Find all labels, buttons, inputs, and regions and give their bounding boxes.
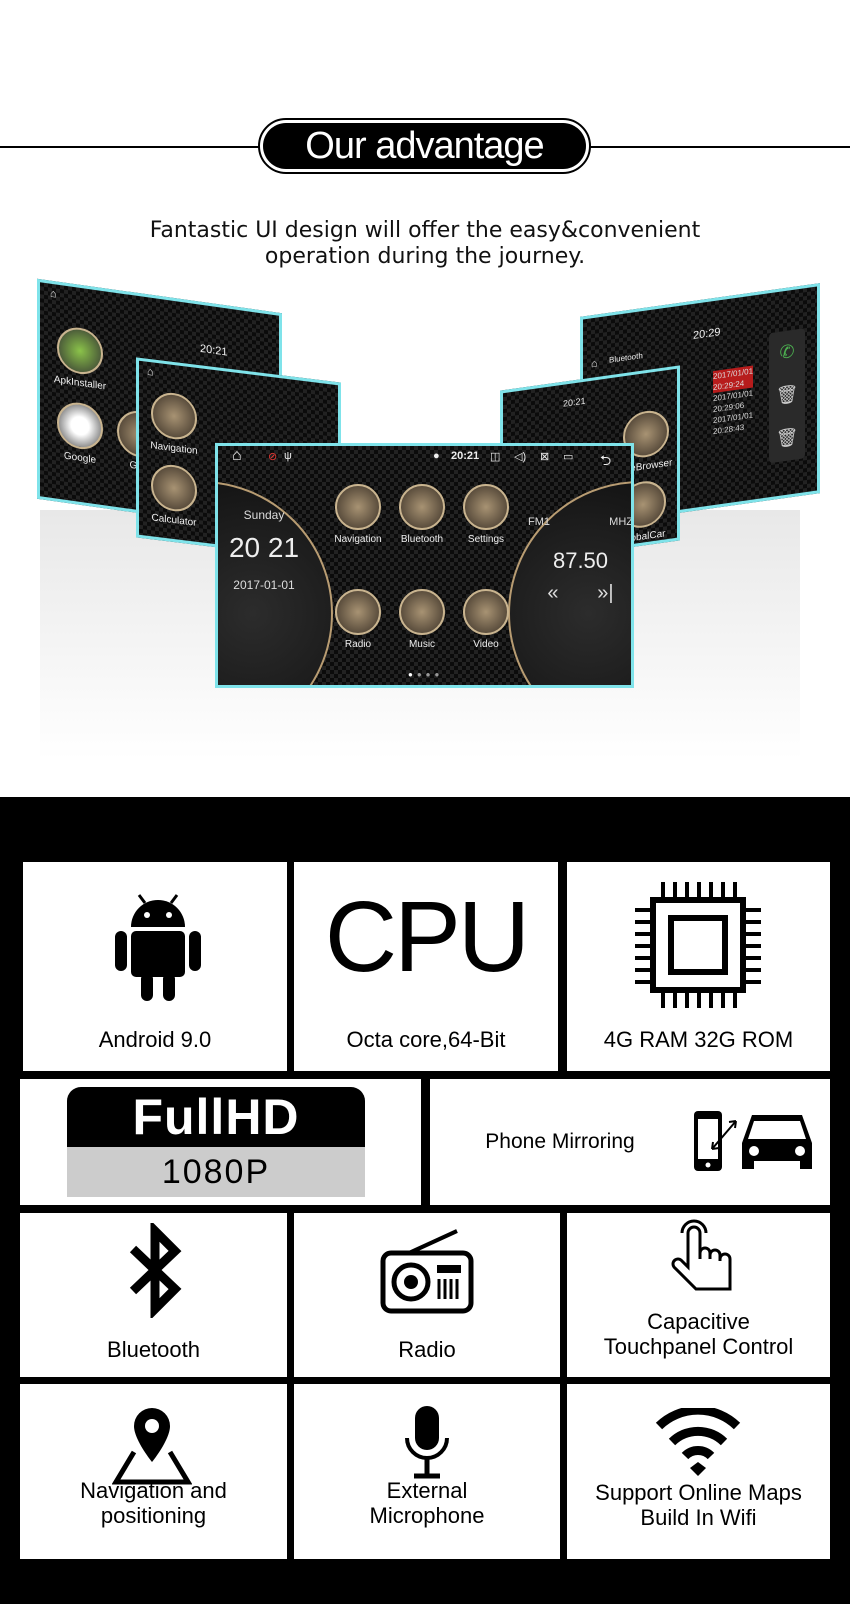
usb-icon: ψ [284, 450, 292, 462]
feature-microphone: External Microphone [294, 1384, 560, 1559]
feature-wifi: Support Online Maps Build In Wifi [567, 1384, 830, 1559]
feature-radio: Radio [294, 1213, 560, 1377]
feature-label: Capacitive Touchpanel Control [603, 1309, 794, 1359]
hand-touch-icon [671, 1219, 732, 1291]
feature-label: Phone Mirroring [485, 1130, 635, 1153]
volume-icon[interactable]: ◁) [514, 450, 526, 463]
feature-label: Navigation and positioning [80, 1478, 227, 1528]
no-signal-icon: ⊘ [268, 451, 278, 463]
call-log[interactable]: 2017/01/01 20:29:24 2017/01/01 20:29:06 20… [713, 365, 754, 438]
feature-label: Support Online Maps Build In Wifi [595, 1480, 802, 1530]
chip-icon [635, 882, 761, 1008]
phone-car-icon [694, 1111, 812, 1171]
subtitle: Fantastic UI design will offer the easy&… [0, 218, 850, 270]
page-indicator[interactable]: ●●●● [408, 670, 443, 679]
recent-apps-icon[interactable]: ▭ [563, 450, 573, 463]
feature-memory: 4G RAM 32G ROM [567, 862, 830, 1071]
home-icon[interactable]: ⌂ [147, 366, 154, 379]
app-video[interactable]: Video [451, 589, 521, 650]
app-music[interactable]: Music [387, 589, 457, 650]
radio-frequency: 87.50 [552, 548, 609, 573]
feature-touch: Capacitive Touchpanel Control [567, 1213, 830, 1377]
home-icon[interactable]: ⌂ [591, 357, 598, 370]
status-time: 20:21 [563, 395, 586, 409]
subtitle-line: operation during the journey. [264, 244, 586, 269]
screen-main[interactable]: ⌂ ⊘ ψ ● 20:21 ◫ ◁) ⊠ ▭ ⮌ Sunday 20 21 20… [215, 443, 634, 688]
close-app-icon[interactable]: ⊠ [540, 450, 549, 463]
map-pin-icon [112, 1408, 192, 1485]
feature-cpu: CPU Octa core,64-Bit [294, 862, 558, 1071]
radio-band: FM1 [528, 516, 550, 528]
feature-android: Android 9.0 [23, 862, 287, 1071]
feature-label: Octa core,64-Bit [346, 1027, 506, 1052]
location-icon: ● [433, 450, 440, 462]
clock-widget[interactable]: Sunday 20 21 2017-01-01 [220, 508, 308, 592]
app-settings[interactable]: Settings [451, 484, 521, 545]
feature-fullhd: FullHD 1080P [20, 1079, 421, 1205]
microphone-icon [405, 1406, 449, 1479]
app-radio[interactable]: Radio [323, 589, 393, 650]
page-title: Our advantage [263, 123, 586, 169]
home-icon[interactable]: ⌂ [232, 447, 242, 465]
bluetooth-icon [129, 1223, 182, 1318]
feature-label: 4G RAM 32G ROM [603, 1027, 794, 1052]
status-time: 20:21 [200, 342, 228, 359]
delete-all-icon[interactable]: 🗑 [769, 414, 805, 462]
fullhd-logo: FullHD [67, 1087, 365, 1147]
seek-forward-icon[interactable]: »| [597, 582, 613, 605]
radio-unit: MHZ [609, 516, 633, 528]
radio-widget[interactable]: FM1 MHZ 87.50 « »| [528, 516, 633, 605]
seek-back-icon[interactable]: « [547, 582, 558, 605]
app-navigation[interactable]: Navigation [139, 389, 209, 459]
radio-icon [380, 1229, 474, 1314]
resolution-label: 1080P [67, 1147, 365, 1197]
feature-label: Android 9.0 [98, 1027, 212, 1052]
status-time: 20:21 [451, 450, 480, 462]
feature-label: Radio [398, 1337, 456, 1362]
feature-label: External Microphone [369, 1478, 485, 1528]
feature-bluetooth: Bluetooth [20, 1213, 287, 1377]
cpu-icon: CPU [324, 881, 530, 993]
call-icon[interactable]: ✆ [769, 328, 805, 376]
call-actions: ✆ 🗑 🗑 [769, 328, 805, 464]
status-time: 20:29 [693, 326, 721, 342]
feature-phone-mirroring: Phone Mirroring [430, 1079, 830, 1205]
wifi-icon [655, 1408, 741, 1476]
title-badge: Our advantage [258, 118, 591, 174]
app-bluetooth[interactable]: Bluetooth [387, 484, 457, 545]
trash-icon[interactable]: 🗑 [769, 371, 805, 419]
app-calculator[interactable]: Calculator [139, 461, 209, 531]
app-navigation[interactable]: Navigation [323, 484, 393, 545]
app-apkinstaller[interactable]: ApkInstaller [45, 323, 115, 394]
subtitle-line: Fantastic UI design will offer the easy&… [149, 218, 701, 243]
back-icon[interactable]: ⮌ [600, 450, 611, 474]
screen-title: Bluetooth [609, 351, 643, 365]
home-icon[interactable]: ⌂ [50, 288, 57, 301]
android-icon [115, 894, 201, 1001]
camera-icon[interactable]: ◫ [490, 450, 500, 463]
feature-navigation: Navigation and positioning [20, 1384, 287, 1559]
feature-label: Bluetooth [107, 1337, 200, 1362]
